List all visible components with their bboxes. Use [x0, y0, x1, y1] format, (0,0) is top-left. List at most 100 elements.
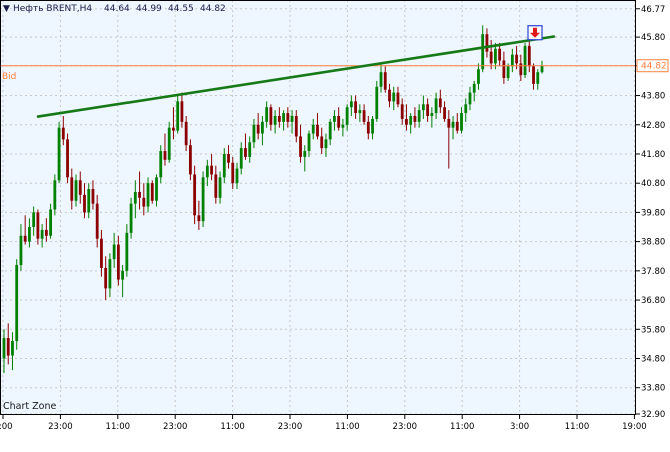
candle-body [159, 151, 163, 178]
candle-body [294, 115, 298, 137]
candle-body [383, 72, 387, 90]
candle-body [222, 153, 226, 178]
bid-label: Bid [2, 72, 16, 82]
candle-body [172, 127, 175, 131]
candle-body [481, 34, 485, 70]
candle-body [32, 212, 36, 228]
candle-body [515, 54, 518, 64]
candle-body [11, 340, 14, 356]
price-tick-label: 37.80 [641, 267, 665, 277]
candle-body [451, 121, 455, 128]
candle-body [366, 121, 370, 134]
candle-body [28, 227, 31, 242]
candle-body [485, 34, 489, 52]
sell-arrow-icon[interactable] [527, 25, 543, 41]
candle-body [371, 118, 374, 134]
price-tick-label: 45.80 [641, 33, 665, 43]
candle-body [532, 66, 535, 84]
candle-body [375, 86, 379, 119]
time-tick-label: 3:00 [0, 422, 13, 432]
candle-body [100, 238, 103, 268]
candle-body [19, 235, 23, 265]
candle-body [379, 72, 383, 87]
candle-body [248, 142, 252, 157]
candle-body [328, 121, 332, 140]
candle-body [36, 212, 40, 239]
candle-body [277, 115, 281, 122]
candle-body [125, 232, 129, 271]
candle-body [324, 139, 328, 149]
candle-body [400, 104, 404, 119]
candle-body [70, 177, 74, 201]
chart-header: ▼ Нефть BRENT,H4 44.64 44.99 44.55 44.82 [3, 4, 226, 14]
time-tick-label: 23:00 [163, 422, 188, 432]
price-tick-label: 41.80 [641, 150, 665, 160]
candle-body [392, 92, 396, 102]
candle-body [210, 165, 213, 175]
candle-body [426, 104, 430, 116]
price-tick-label: 32.90 [641, 410, 665, 420]
price-tick-label: 35.80 [641, 325, 665, 335]
candle-body [214, 174, 218, 198]
candle-body [286, 113, 290, 122]
candle-body [95, 203, 99, 239]
candle-body [349, 101, 353, 108]
candle-body [388, 89, 391, 102]
candle-body [184, 121, 188, 146]
candle-body [150, 183, 154, 201]
candle-body [104, 267, 108, 289]
candle-body [345, 107, 349, 125]
candle-body [218, 177, 222, 198]
watermark-label: Chart Zone [3, 401, 56, 412]
candle-body [112, 244, 116, 260]
price-tick-label: 34.80 [641, 354, 665, 364]
candle-body [23, 235, 27, 242]
candle-body [362, 110, 366, 122]
candle-body [74, 180, 78, 201]
candle-body [282, 113, 285, 122]
time-tick-label: 11:00 [565, 422, 590, 432]
chart-menu-icon[interactable]: ▼ [3, 4, 10, 14]
candle-body [498, 48, 502, 61]
candle-body [6, 338, 10, 356]
candle-body [78, 180, 82, 195]
price-tick-label: 43.80 [641, 92, 665, 102]
candle-body [303, 151, 307, 157]
time-tick-label: 11:00 [335, 422, 360, 432]
candle-body [421, 104, 425, 111]
candle-body [337, 115, 341, 128]
candle-body [489, 51, 493, 64]
price-tick-label: 38.80 [641, 238, 665, 248]
time-tick-label: 3:00 [510, 422, 529, 432]
price-chart[interactable]: 46.77 45.80 44.82 43.80 42.80 41.80 40.80 39.80… [0, 0, 670, 452]
candle-body [438, 98, 442, 108]
candle-body [540, 65, 544, 73]
candle-body [53, 180, 57, 210]
ohlc-high: 44.99 [136, 4, 162, 14]
candle-body [519, 63, 523, 76]
candle-body [91, 189, 95, 204]
candle-body [316, 124, 319, 137]
price-tick-label: 39.80 [641, 208, 665, 218]
candle-body [2, 338, 6, 359]
candle-body [527, 45, 531, 67]
bid-price-label: 44.82 [641, 62, 667, 72]
candle-body [133, 191, 137, 204]
candle-body [235, 168, 239, 184]
candle-body [443, 107, 446, 119]
candle-body [455, 121, 459, 131]
candle-body [87, 189, 91, 213]
candle-body [188, 145, 192, 175]
candle-body [205, 165, 209, 178]
symbol-title: Нефть BRENT,H4 [13, 4, 92, 14]
candle-body [138, 191, 141, 198]
candle-body [57, 127, 61, 181]
candle-body [201, 177, 205, 222]
candle-body [413, 115, 417, 122]
candle-body [116, 244, 120, 280]
price-tick-label: 40.80 [641, 179, 665, 189]
candle-body [231, 162, 235, 184]
candle-body [417, 110, 421, 122]
candle-body [108, 259, 112, 289]
time-tick-label: 23:00 [278, 422, 303, 432]
